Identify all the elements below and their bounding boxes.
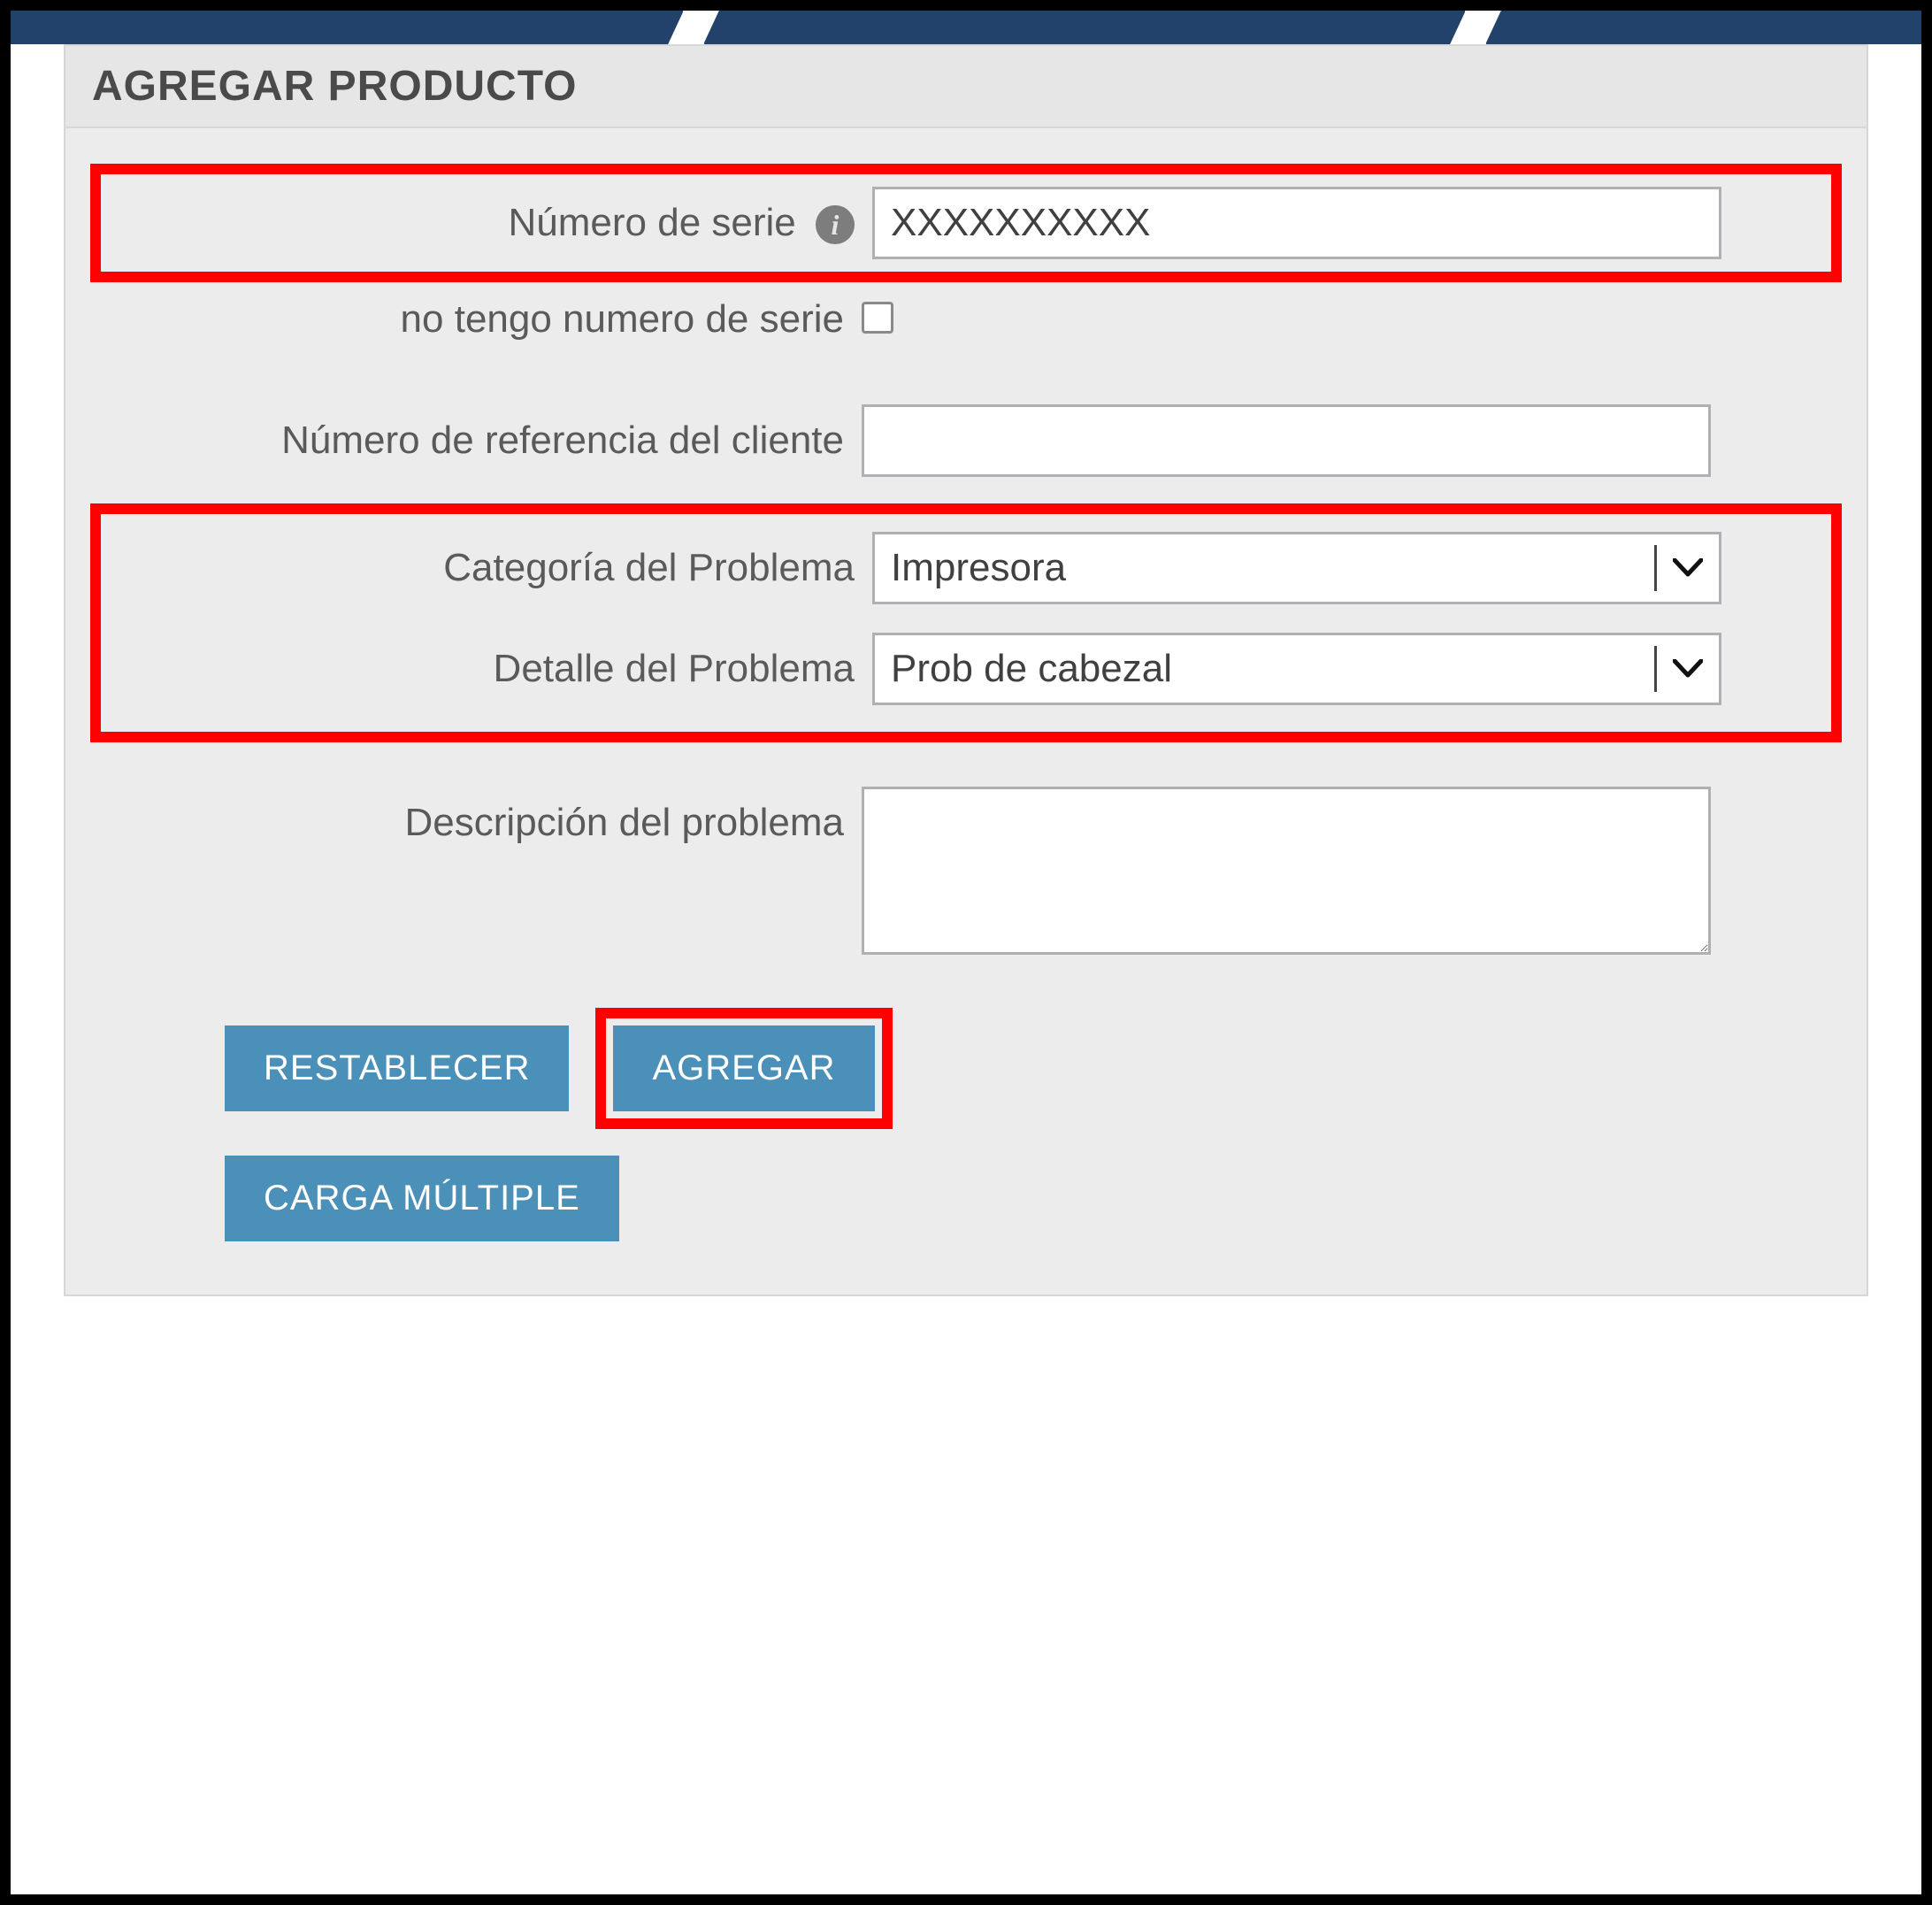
- problem-detail-value: Prob de cabezal: [891, 647, 1654, 691]
- field-serial: [872, 187, 1821, 259]
- top-ribbon: [11, 11, 1921, 44]
- problem-description-textarea[interactable]: [862, 787, 1711, 955]
- highlight-serial: Número de serie i: [90, 164, 1842, 282]
- chevron-down-icon: [1657, 558, 1719, 578]
- window-frame: AGREGAR PRODUCTO Número de serie i: [0, 0, 1932, 1905]
- info-icon[interactable]: i: [816, 205, 855, 244]
- reset-button[interactable]: RESTABLECER: [225, 1025, 569, 1111]
- field-problem-description: [862, 787, 1831, 959]
- button-row-primary: RESTABLECER AGREGAR: [101, 1008, 1831, 1129]
- row-serial: Número de serie i: [111, 187, 1821, 259]
- field-problem-detail: Prob de cabezal: [872, 633, 1821, 705]
- label-problem-description: Descripción del problema: [101, 787, 862, 846]
- panel-title: AGREGAR PRODUCTO: [65, 46, 1867, 128]
- problem-detail-select[interactable]: Prob de cabezal: [872, 633, 1721, 705]
- row-problem-detail: Detalle del Problema Prob de cabezal: [111, 633, 1821, 705]
- button-row-secondary: CARGA MÚLTIPLE: [101, 1156, 1831, 1241]
- label-serial-text: Número de serie: [509, 201, 796, 244]
- add-product-panel: AGREGAR PRODUCTO Número de serie i: [64, 44, 1868, 1296]
- label-problem-detail: Detalle del Problema: [111, 647, 872, 692]
- row-customer-ref: Número de referencia del cliente: [101, 404, 1831, 477]
- label-problem-category: Categoría del Problema: [111, 546, 872, 591]
- no-serial-checkbox[interactable]: [862, 302, 893, 334]
- highlight-add-button: AGREGAR: [595, 1008, 892, 1129]
- bulk-load-button[interactable]: CARGA MÚLTIPLE: [225, 1156, 619, 1241]
- label-customer-ref: Número de referencia del cliente: [101, 419, 862, 464]
- problem-category-value: Impresora: [891, 546, 1654, 590]
- customer-ref-input[interactable]: [862, 404, 1711, 477]
- field-no-serial: [862, 302, 1831, 338]
- add-button[interactable]: AGREGAR: [613, 1025, 874, 1111]
- serial-input[interactable]: [872, 187, 1721, 259]
- page: AGREGAR PRODUCTO Número de serie i: [11, 11, 1921, 1894]
- panel-body: Número de serie i no tengo numero de ser…: [65, 128, 1867, 1294]
- chevron-down-icon: [1657, 659, 1719, 679]
- problem-category-select[interactable]: Impresora: [872, 532, 1721, 604]
- label-no-serial: no tengo numero de serie: [101, 297, 862, 342]
- row-problem-description: Descripción del problema: [101, 787, 1831, 959]
- highlight-category-detail: Categoría del Problema Impresora: [90, 503, 1842, 742]
- row-no-serial: no tengo numero de serie: [101, 288, 1831, 351]
- field-problem-category: Impresora: [872, 532, 1821, 604]
- row-problem-category: Categoría del Problema Impresora: [111, 532, 1821, 604]
- field-customer-ref: [862, 404, 1831, 477]
- label-serial: Número de serie i: [111, 201, 872, 246]
